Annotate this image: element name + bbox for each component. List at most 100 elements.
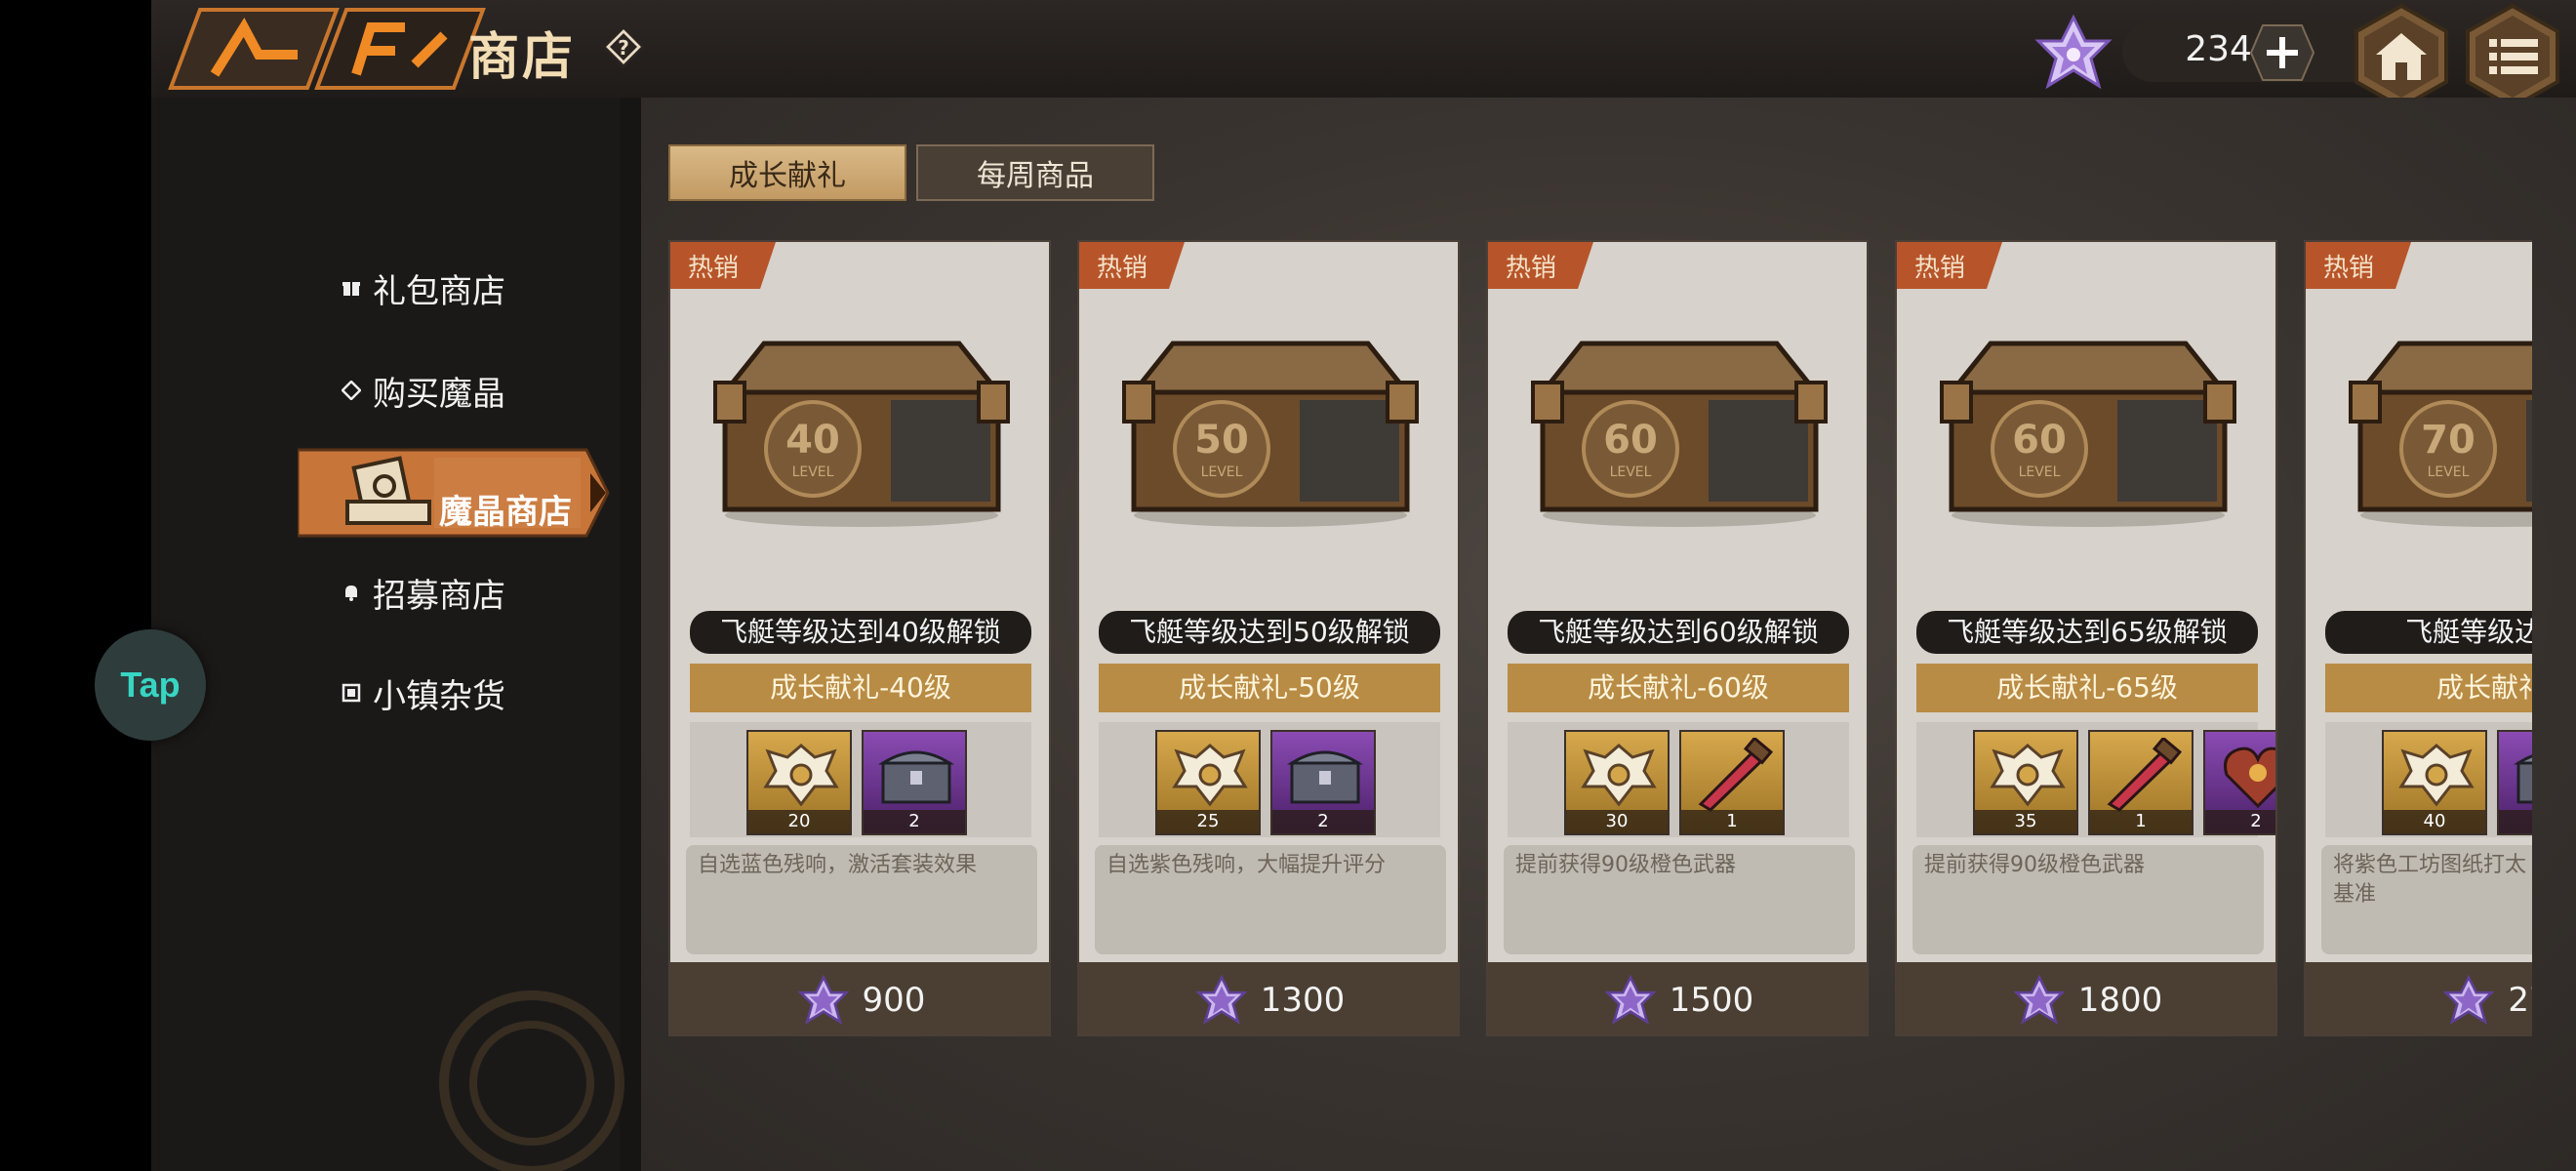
level-chest-icon: 40LEVEL — [713, 341, 1010, 527]
reward-quantity: 2 — [2205, 810, 2275, 833]
reward-item[interactable]: 2 — [2497, 730, 2532, 835]
reward-item[interactable]: 20 — [746, 730, 852, 835]
svg-text:?: ? — [618, 36, 629, 60]
scroll-icon — [345, 456, 431, 525]
reward-item[interactable]: 1 — [2088, 730, 2194, 835]
package-name: 成长献礼-50级 — [1099, 664, 1440, 712]
buy-button[interactable]: 900 — [670, 962, 1049, 1034]
buy-button[interactable]: 1300 — [1079, 962, 1458, 1034]
tab-growth-gift[interactable]: 成长献礼 — [668, 144, 906, 201]
reward-item[interactable]: 2 — [862, 730, 967, 835]
plus-icon[interactable] — [2249, 20, 2315, 86]
sidebar-item-town-goods[interactable]: 小镇杂货 — [342, 664, 505, 722]
reward-quantity: 40 — [2384, 810, 2485, 833]
level-chest-icon: 50LEVEL — [1122, 341, 1419, 527]
reward-item[interactable]: 2 — [1270, 730, 1376, 835]
reward-item[interactable]: 30 — [1564, 730, 1670, 835]
reward-item[interactable]: 2 — [2203, 730, 2275, 835]
package-description: 自选紫色残响，大幅提升评分 — [1095, 845, 1446, 954]
unlock-requirement: 飞艇等级达到50级解锁 — [1099, 611, 1440, 654]
reward-quantity: 35 — [1975, 810, 2076, 833]
package-description: 自选蓝色残响，激活套装效果 — [686, 845, 1037, 954]
hot-badge: 热销 — [1079, 242, 1185, 289]
price-value: 1300 — [1260, 981, 1346, 1020]
hot-badge: 热销 — [2306, 242, 2411, 289]
tap-label: Tap — [120, 665, 181, 705]
sidebar-item-label: 小镇杂货 — [373, 676, 505, 716]
chest-level-word: LEVEL — [2428, 464, 2470, 480]
unlock-requirement: 飞艇等级达到65级解锁 — [1916, 611, 2258, 654]
hot-badge: 热销 — [670, 242, 776, 289]
buy-button[interactable]: 27 — [2306, 962, 2532, 1034]
hot-badge-label: 热销 — [1506, 254, 1557, 283]
reward-quantity: 2 — [864, 810, 965, 833]
sidebar-item-gift-shop[interactable]: 礼包商店 — [342, 259, 505, 317]
question-diamond-icon[interactable]: ? — [602, 25, 645, 68]
reward-quantity: 25 — [1157, 810, 1259, 833]
reward-quantity: 1 — [2090, 810, 2192, 833]
chest-level-number: 60 — [1603, 418, 1658, 463]
level-chest-icon: 70LEVEL — [2349, 341, 2532, 527]
bell-icon — [342, 583, 361, 602]
hot-badge: 热销 — [1488, 242, 1593, 289]
decorative-seal — [439, 990, 624, 1171]
crystal-icon — [2013, 975, 2065, 1025]
home-icon[interactable] — [2355, 4, 2448, 109]
reward-items: 35 1 2 — [1916, 722, 2275, 837]
reward-item[interactable]: 1 — [1679, 730, 1785, 835]
reward-items: 40 2 — [2325, 722, 2532, 837]
crystal-icon — [1195, 975, 1247, 1025]
diamond-icon — [342, 381, 361, 400]
tap-overlay-button[interactable]: Tap — [95, 629, 206, 741]
product-card[interactable]: 热销 70LEVEL 飞艇等级达到7 成长献礼- 40 2 将紫色工坊图纸打太 提升至70级… — [2304, 240, 2532, 1036]
sidebar-item-crystal-shop[interactable]: 魔晶商店 — [439, 485, 572, 533]
price-value: 900 — [862, 981, 926, 1020]
unlock-requirement: 飞艇等级达到7 — [2325, 611, 2532, 654]
hot-badge-label: 热销 — [1914, 254, 1966, 283]
reward-item[interactable]: 40 — [2382, 730, 2487, 835]
crystal-icon — [1604, 975, 1656, 1025]
product-list: 热销 40 LEVEL 飞艇等级达到40级解锁 成长献礼-40级 20 2 自选蓝色残响，激活… — [668, 240, 2532, 1040]
level-chest-icon: 60LEVEL — [1940, 341, 2236, 527]
price-value: 1500 — [1669, 981, 1754, 1020]
sidebar-item-buy-crystal[interactable]: 购买魔晶 — [342, 361, 505, 420]
reward-items: 25 2 — [1099, 722, 1440, 837]
top-bar: 商店 ? 2340 — [151, 0, 2576, 109]
chest-level-number: 60 — [2012, 418, 2067, 463]
crystal-icon — [797, 975, 849, 1025]
level-chest-icon: 60LEVEL — [1531, 341, 1828, 527]
reward-item[interactable]: 35 — [1973, 730, 2078, 835]
hot-badge-label: 热销 — [2323, 254, 2375, 283]
sidebar-item-recruit-shop[interactable]: 招募商店 — [342, 563, 505, 622]
buy-button[interactable]: 1500 — [1488, 962, 1867, 1034]
square-dot-icon — [342, 683, 361, 703]
chest-level-number: 40 — [785, 418, 840, 463]
chest-level-word: LEVEL — [1610, 464, 1652, 480]
list-menu-icon[interactable] — [2466, 4, 2559, 109]
chest-level-word: LEVEL — [2019, 464, 2061, 480]
chest-level-number: 70 — [2421, 418, 2475, 463]
reward-items: 20 2 — [690, 722, 1031, 837]
tab-weekly-goods[interactable]: 每周商品 — [916, 144, 1154, 201]
reward-quantity: 2 — [2499, 810, 2532, 833]
product-card[interactable]: 热销 60 LEVEL 飞艇等级达到65级解锁 成长献礼-65级 35 1 2 提前获得90级橙… — [1895, 240, 2277, 1036]
reward-items: 30 1 — [1508, 722, 1849, 837]
package-name: 成长献礼-65级 — [1916, 664, 2258, 712]
buy-button[interactable]: 1800 — [1897, 962, 2275, 1034]
crystal-icon — [2034, 14, 2113, 90]
hot-badge-label: 热销 — [1097, 254, 1148, 283]
hot-badge-label: 热销 — [688, 254, 740, 283]
product-card[interactable]: 热销 40 LEVEL 飞艇等级达到40级解锁成长献礼-40级 20 2 自选蓝色残响，激活… — [668, 240, 1051, 1036]
price-value: 1800 — [2077, 981, 2163, 1020]
package-name: 成长献礼-40级 — [690, 664, 1031, 712]
product-card[interactable]: 热销 50 LEVEL 飞艇等级达到50级解锁成长献礼-50级 25 2 自选紫色残响，大幅… — [1077, 240, 1460, 1036]
unlock-requirement: 飞艇等级达到40级解锁 — [690, 611, 1031, 654]
hot-badge: 热销 — [1897, 242, 2002, 289]
reward-item[interactable]: 25 — [1155, 730, 1261, 835]
product-card[interactable]: 热销 60 LEVEL 飞艇等级达到60级解锁 成长献礼-60级 30 1 提前获得90级橙色… — [1486, 240, 1869, 1036]
reward-quantity: 30 — [1566, 810, 1668, 833]
reward-quantity: 2 — [1272, 810, 1374, 833]
page-title: 商店 — [468, 28, 577, 87]
package-name: 成长献礼-60级 — [1508, 664, 1849, 712]
sidebar-item-label: 购买魔晶 — [373, 374, 505, 414]
